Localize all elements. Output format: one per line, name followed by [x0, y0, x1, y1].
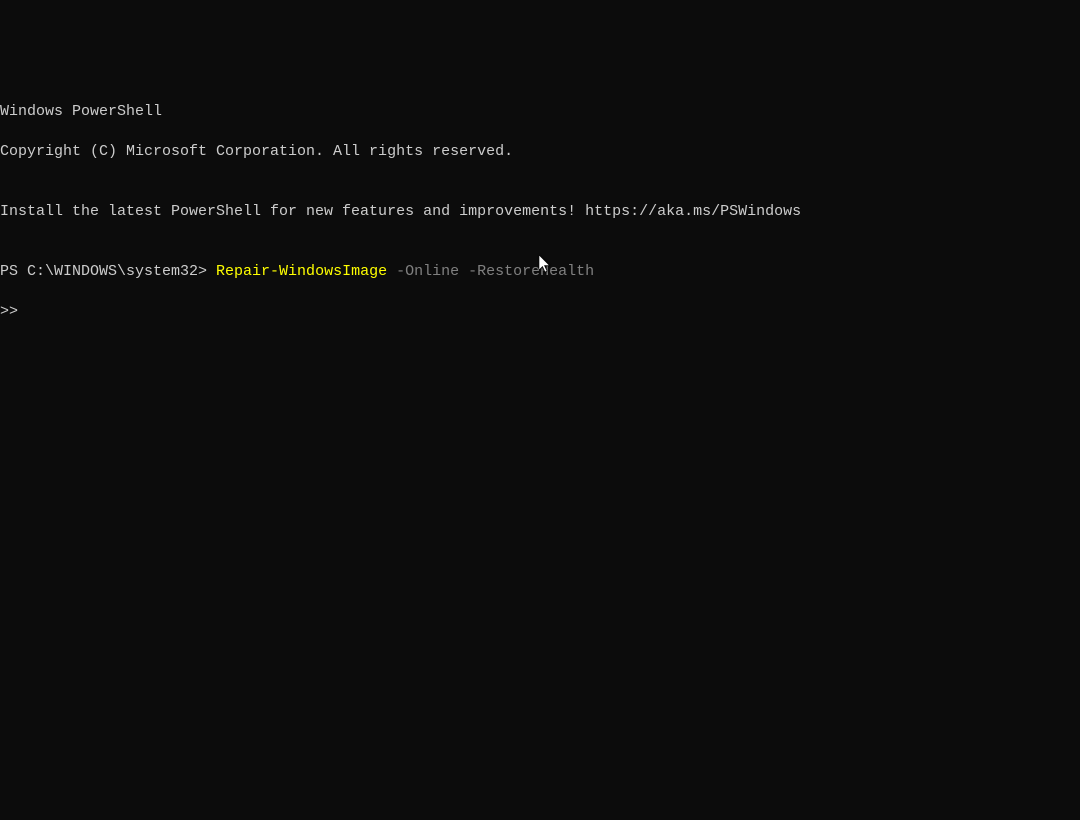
command-line: PS C:\WINDOWS\system32> Repair-WindowsIm… — [0, 262, 1080, 282]
cmdlet-name: Repair-WindowsImage — [216, 263, 387, 280]
header-line-1: Windows PowerShell — [0, 102, 1080, 122]
prompt-text: PS C:\WINDOWS\system32> — [0, 263, 216, 280]
header-line-2: Copyright (C) Microsoft Corporation. All… — [0, 142, 1080, 162]
continuation-prompt: >> — [0, 302, 1080, 322]
install-message: Install the latest PowerShell for new fe… — [0, 202, 1080, 222]
cmdlet-params: -Online -RestoreHealth — [387, 263, 594, 280]
powershell-terminal[interactable]: Windows PowerShell Copyright (C) Microso… — [0, 82, 1080, 680]
